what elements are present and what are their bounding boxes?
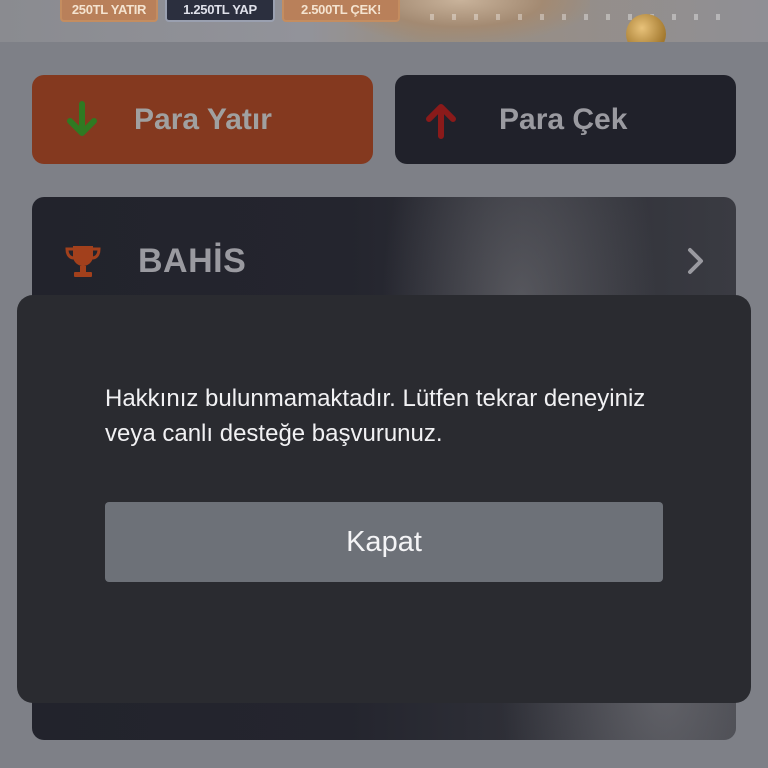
trophy-icon [64,242,102,280]
bahis-menu-item[interactable]: BAHİS [32,229,736,293]
promo-badge-deposit: 250TL YATIR [60,0,158,22]
withdraw-button[interactable]: Para Çek [395,75,736,164]
banner-carousel-dots [430,14,730,20]
deposit-button[interactable]: Para Yatır [32,75,373,164]
error-dialog: Hakkınız bulunmamaktadır. Lütfen tekrar … [17,295,751,703]
bahis-label: BAHİS [138,241,247,280]
dialog-message: Hakkınız bulunmamaktadır. Lütfen tekrar … [105,385,646,447]
chevron-right-icon [682,245,708,277]
arrow-up-icon [421,100,461,140]
deposit-label: Para Yatır [134,102,272,136]
arrow-down-icon [62,100,102,140]
promo-badge-play: 1.250TL YAP [165,0,275,22]
promo-banner[interactable]: 250TL YATIR 1.250TL YAP 2.500TL ÇEK! [0,0,768,42]
close-button[interactable]: Kapat [105,502,663,582]
withdraw-label: Para Çek [499,102,628,136]
promo-badge-withdraw: 2.500TL ÇEK! [282,0,400,22]
